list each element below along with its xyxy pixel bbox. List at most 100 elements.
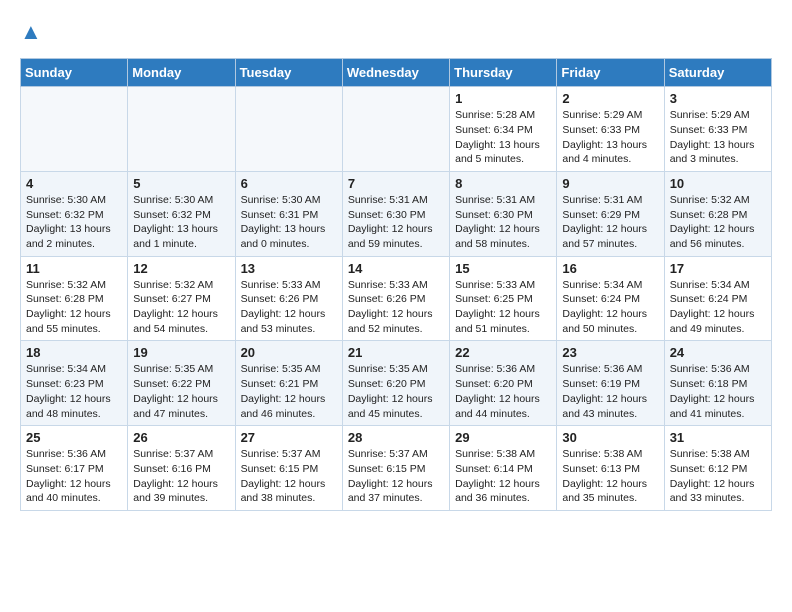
day-cell: 14 Sunrise: 5:33 AMSunset: 6:26 PMDayligh… bbox=[342, 256, 449, 341]
week-row-3: 11 Sunrise: 5:32 AMSunset: 6:28 PMDayligh… bbox=[21, 256, 772, 341]
day-info: Sunrise: 5:36 AMSunset: 6:17 PMDaylight:… bbox=[26, 447, 122, 506]
day-cell: 5 Sunrise: 5:30 AMSunset: 6:32 PMDaylight… bbox=[128, 171, 235, 256]
weekday-header-sunday: Sunday bbox=[21, 59, 128, 87]
day-info: Sunrise: 5:35 AMSunset: 6:21 PMDaylight:… bbox=[241, 362, 337, 421]
day-info: Sunrise: 5:35 AMSunset: 6:20 PMDaylight:… bbox=[348, 362, 444, 421]
day-info: Sunrise: 5:30 AMSunset: 6:32 PMDaylight:… bbox=[26, 193, 122, 252]
day-info: Sunrise: 5:31 AMSunset: 6:30 PMDaylight:… bbox=[348, 193, 444, 252]
day-number: 16 bbox=[562, 261, 658, 276]
day-number: 18 bbox=[26, 345, 122, 360]
day-number: 20 bbox=[241, 345, 337, 360]
day-info: Sunrise: 5:32 AMSunset: 6:27 PMDaylight:… bbox=[133, 278, 229, 337]
day-cell: 24 Sunrise: 5:36 AMSunset: 6:18 PMDayligh… bbox=[664, 341, 771, 426]
day-number: 21 bbox=[348, 345, 444, 360]
week-row-4: 18 Sunrise: 5:34 AMSunset: 6:23 PMDayligh… bbox=[21, 341, 772, 426]
day-cell: 30 Sunrise: 5:38 AMSunset: 6:13 PMDayligh… bbox=[557, 426, 664, 511]
day-cell: 18 Sunrise: 5:34 AMSunset: 6:23 PMDayligh… bbox=[21, 341, 128, 426]
weekday-header-row: SundayMondayTuesdayWednesdayThursdayFrid… bbox=[21, 59, 772, 87]
day-info: Sunrise: 5:34 AMSunset: 6:23 PMDaylight:… bbox=[26, 362, 122, 421]
day-info: Sunrise: 5:37 AMSunset: 6:15 PMDaylight:… bbox=[348, 447, 444, 506]
day-cell: 21 Sunrise: 5:35 AMSunset: 6:20 PMDayligh… bbox=[342, 341, 449, 426]
day-info: Sunrise: 5:30 AMSunset: 6:32 PMDaylight:… bbox=[133, 193, 229, 252]
day-info: Sunrise: 5:33 AMSunset: 6:26 PMDaylight:… bbox=[241, 278, 337, 337]
day-info: Sunrise: 5:28 AMSunset: 6:34 PMDaylight:… bbox=[455, 108, 551, 167]
day-cell: 12 Sunrise: 5:32 AMSunset: 6:27 PMDayligh… bbox=[128, 256, 235, 341]
day-number: 24 bbox=[670, 345, 766, 360]
day-number: 23 bbox=[562, 345, 658, 360]
day-number: 12 bbox=[133, 261, 229, 276]
week-row-5: 25 Sunrise: 5:36 AMSunset: 6:17 PMDayligh… bbox=[21, 426, 772, 511]
day-number: 15 bbox=[455, 261, 551, 276]
day-cell: 10 Sunrise: 5:32 AMSunset: 6:28 PMDayligh… bbox=[664, 171, 771, 256]
day-number: 5 bbox=[133, 176, 229, 191]
day-info: Sunrise: 5:38 AMSunset: 6:13 PMDaylight:… bbox=[562, 447, 658, 506]
day-info: Sunrise: 5:38 AMSunset: 6:14 PMDaylight:… bbox=[455, 447, 551, 506]
day-cell: 20 Sunrise: 5:35 AMSunset: 6:21 PMDayligh… bbox=[235, 341, 342, 426]
day-info: Sunrise: 5:29 AMSunset: 6:33 PMDaylight:… bbox=[562, 108, 658, 167]
day-cell: 2 Sunrise: 5:29 AMSunset: 6:33 PMDaylight… bbox=[557, 87, 664, 172]
day-info: Sunrise: 5:35 AMSunset: 6:22 PMDaylight:… bbox=[133, 362, 229, 421]
logo-text: ▲ bbox=[20, 20, 42, 44]
day-cell: 28 Sunrise: 5:37 AMSunset: 6:15 PMDayligh… bbox=[342, 426, 449, 511]
day-number: 4 bbox=[26, 176, 122, 191]
day-number: 9 bbox=[562, 176, 658, 191]
day-info: Sunrise: 5:36 AMSunset: 6:18 PMDaylight:… bbox=[670, 362, 766, 421]
day-cell: 22 Sunrise: 5:36 AMSunset: 6:20 PMDayligh… bbox=[450, 341, 557, 426]
day-cell: 26 Sunrise: 5:37 AMSunset: 6:16 PMDayligh… bbox=[128, 426, 235, 511]
day-number: 19 bbox=[133, 345, 229, 360]
day-info: Sunrise: 5:29 AMSunset: 6:33 PMDaylight:… bbox=[670, 108, 766, 167]
day-number: 11 bbox=[26, 261, 122, 276]
day-number: 29 bbox=[455, 430, 551, 445]
day-number: 6 bbox=[241, 176, 337, 191]
day-info: Sunrise: 5:32 AMSunset: 6:28 PMDaylight:… bbox=[670, 193, 766, 252]
weekday-header-tuesday: Tuesday bbox=[235, 59, 342, 87]
day-number: 17 bbox=[670, 261, 766, 276]
day-cell: 6Sunrise: 5:30 AMSunset: 6:31 PMDaylight… bbox=[235, 171, 342, 256]
day-cell: 19 Sunrise: 5:35 AMSunset: 6:22 PMDayligh… bbox=[128, 341, 235, 426]
day-cell bbox=[128, 87, 235, 172]
day-cell: 9 Sunrise: 5:31 AMSunset: 6:29 PMDaylight… bbox=[557, 171, 664, 256]
day-info: Sunrise: 5:37 AMSunset: 6:16 PMDaylight:… bbox=[133, 447, 229, 506]
logo: ▲ bbox=[20, 20, 42, 42]
day-cell: 29 Sunrise: 5:38 AMSunset: 6:14 PMDayligh… bbox=[450, 426, 557, 511]
day-info: Sunrise: 5:32 AMSunset: 6:28 PMDaylight:… bbox=[26, 278, 122, 337]
page: ▲ SundayMondayTuesdayWednesdayThursdayFr… bbox=[0, 0, 792, 531]
weekday-header-friday: Friday bbox=[557, 59, 664, 87]
day-info: Sunrise: 5:36 AMSunset: 6:20 PMDaylight:… bbox=[455, 362, 551, 421]
day-cell: 16Sunrise: 5:34 AMSunset: 6:24 PMDayligh… bbox=[557, 256, 664, 341]
day-number: 22 bbox=[455, 345, 551, 360]
day-info: Sunrise: 5:34 AMSunset: 6:24 PMDaylight:… bbox=[670, 278, 766, 337]
day-number: 25 bbox=[26, 430, 122, 445]
day-number: 14 bbox=[348, 261, 444, 276]
weekday-header-wednesday: Wednesday bbox=[342, 59, 449, 87]
day-info: Sunrise: 5:31 AMSunset: 6:30 PMDaylight:… bbox=[455, 193, 551, 252]
day-info: Sunrise: 5:36 AMSunset: 6:19 PMDaylight:… bbox=[562, 362, 658, 421]
day-number: 10 bbox=[670, 176, 766, 191]
day-info: Sunrise: 5:37 AMSunset: 6:15 PMDaylight:… bbox=[241, 447, 337, 506]
day-cell: 7 Sunrise: 5:31 AMSunset: 6:30 PMDaylight… bbox=[342, 171, 449, 256]
day-cell bbox=[21, 87, 128, 172]
day-cell: 15 Sunrise: 5:33 AMSunset: 6:25 PMDayligh… bbox=[450, 256, 557, 341]
day-cell: 31Sunrise: 5:38 AMSunset: 6:12 PMDayligh… bbox=[664, 426, 771, 511]
day-number: 30 bbox=[562, 430, 658, 445]
weekday-header-thursday: Thursday bbox=[450, 59, 557, 87]
day-number: 28 bbox=[348, 430, 444, 445]
day-cell: 13Sunrise: 5:33 AMSunset: 6:26 PMDayligh… bbox=[235, 256, 342, 341]
day-info: Sunrise: 5:33 AMSunset: 6:26 PMDaylight:… bbox=[348, 278, 444, 337]
day-cell: 27Sunrise: 5:37 AMSunset: 6:15 PMDayligh… bbox=[235, 426, 342, 511]
header: ▲ bbox=[20, 20, 772, 42]
day-number: 2 bbox=[562, 91, 658, 106]
day-number: 31 bbox=[670, 430, 766, 445]
calendar: SundayMondayTuesdayWednesdayThursdayFrid… bbox=[20, 58, 772, 511]
day-cell bbox=[342, 87, 449, 172]
day-cell: 4 Sunrise: 5:30 AMSunset: 6:32 PMDaylight… bbox=[21, 171, 128, 256]
day-info: Sunrise: 5:31 AMSunset: 6:29 PMDaylight:… bbox=[562, 193, 658, 252]
day-number: 26 bbox=[133, 430, 229, 445]
week-row-2: 4 Sunrise: 5:30 AMSunset: 6:32 PMDaylight… bbox=[21, 171, 772, 256]
day-cell bbox=[235, 87, 342, 172]
day-number: 7 bbox=[348, 176, 444, 191]
day-cell: 23 Sunrise: 5:36 AMSunset: 6:19 PMDayligh… bbox=[557, 341, 664, 426]
weekday-header-saturday: Saturday bbox=[664, 59, 771, 87]
day-info: Sunrise: 5:33 AMSunset: 6:25 PMDaylight:… bbox=[455, 278, 551, 337]
day-cell: 25 Sunrise: 5:36 AMSunset: 6:17 PMDayligh… bbox=[21, 426, 128, 511]
